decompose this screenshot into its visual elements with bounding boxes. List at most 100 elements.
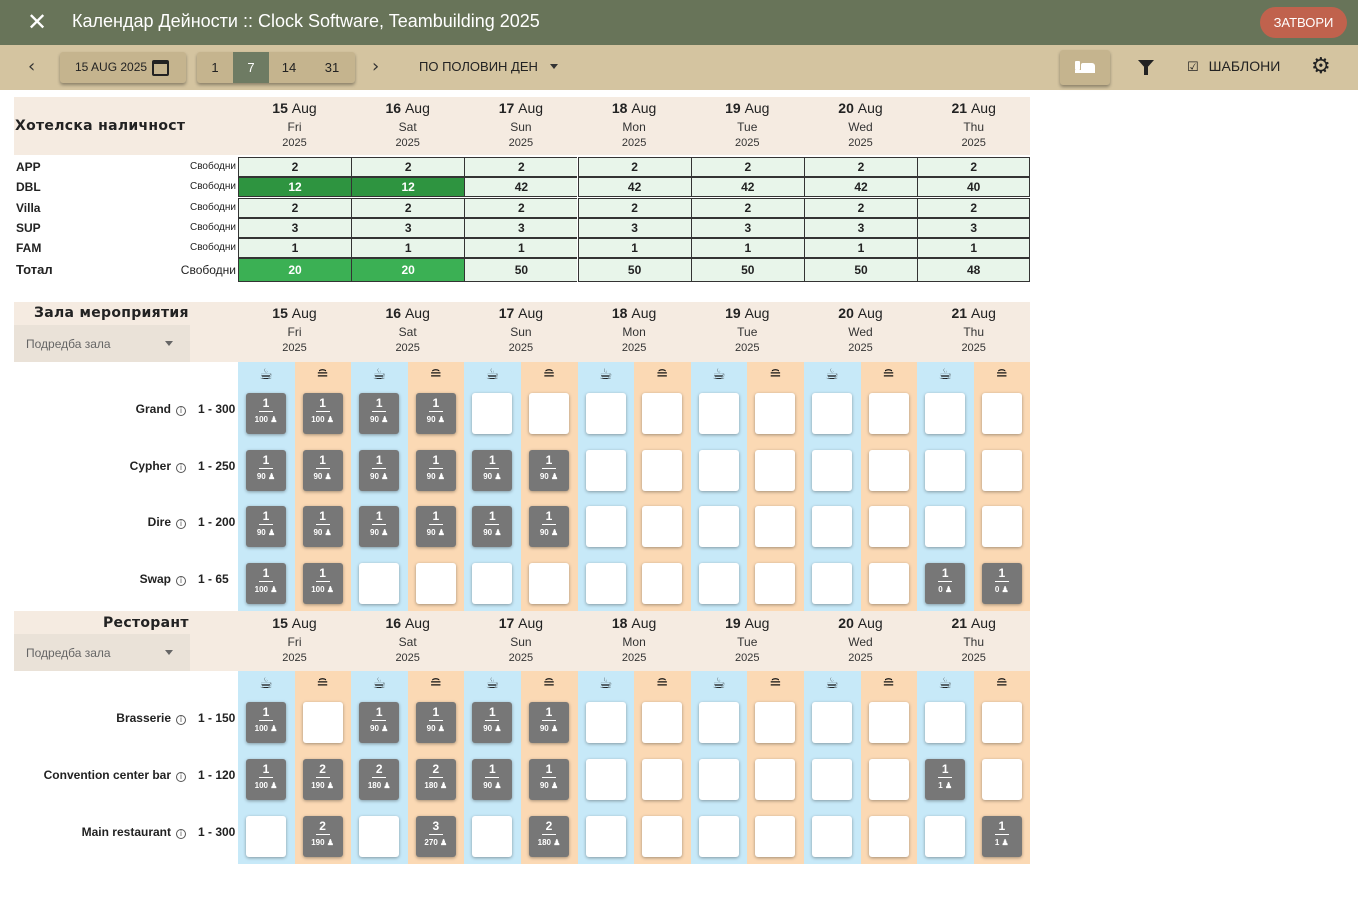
empty-slot[interactable] xyxy=(698,506,739,547)
hotel-availability-toggle[interactable] xyxy=(1060,50,1110,85)
booking-slot[interactable]: 1 90 ♟ xyxy=(529,450,569,491)
empty-slot[interactable] xyxy=(642,816,683,857)
empty-slot[interactable] xyxy=(812,450,852,491)
booking-slot[interactable]: 1 90 ♟ xyxy=(472,450,513,491)
empty-slot[interactable] xyxy=(812,816,852,857)
empty-slot[interactable] xyxy=(359,563,400,604)
empty-slot[interactable] xyxy=(585,563,626,604)
booking-slot[interactable]: 1 90 ♟ xyxy=(472,506,513,547)
booking-slot[interactable]: 1 90 ♟ xyxy=(472,759,513,800)
booking-slot[interactable]: 2 180 ♟ xyxy=(415,759,456,800)
empty-slot[interactable] xyxy=(755,759,796,800)
empty-slot[interactable] xyxy=(868,702,909,743)
booking-slot[interactable]: 1 90 ♟ xyxy=(359,393,400,434)
empty-slot[interactable] xyxy=(472,393,513,434)
halls-arrangement-select[interactable]: Подредба зала xyxy=(14,325,190,362)
empty-slot[interactable] xyxy=(755,816,796,857)
empty-slot[interactable] xyxy=(755,506,796,547)
empty-slot[interactable] xyxy=(585,393,626,434)
empty-slot[interactable] xyxy=(642,450,683,491)
booking-slot[interactable]: 3 270 ♟ xyxy=(415,816,456,857)
booking-slot[interactable]: 1 90 ♟ xyxy=(359,450,400,491)
empty-slot[interactable] xyxy=(246,816,286,857)
empty-slot[interactable] xyxy=(925,506,966,547)
booking-slot[interactable]: 1 1 ♟ xyxy=(925,759,966,800)
empty-slot[interactable] xyxy=(981,702,1022,743)
restaurant-arrangement-select[interactable]: Подредба зала xyxy=(14,634,190,671)
booking-slot[interactable]: 1 90 ♟ xyxy=(302,506,343,547)
empty-slot[interactable] xyxy=(755,563,796,604)
info-icon[interactable]: i xyxy=(176,576,186,586)
empty-slot[interactable] xyxy=(812,759,852,800)
span-option-31[interactable]: 31 xyxy=(314,52,350,83)
empty-slot[interactable] xyxy=(472,563,513,604)
empty-slot[interactable] xyxy=(642,563,683,604)
empty-slot[interactable] xyxy=(812,393,852,434)
booking-slot[interactable]: 1 90 ♟ xyxy=(246,506,286,547)
empty-slot[interactable] xyxy=(981,393,1022,434)
booking-slot[interactable]: 1 90 ♟ xyxy=(529,759,569,800)
empty-slot[interactable] xyxy=(698,393,739,434)
date-picker-button[interactable]: 15 AUG 2025 xyxy=(60,52,186,83)
empty-slot[interactable] xyxy=(585,816,626,857)
empty-slot[interactable] xyxy=(698,816,739,857)
booking-slot[interactable]: 2 180 ♟ xyxy=(529,816,569,857)
booking-slot[interactable]: 1 90 ♟ xyxy=(359,506,400,547)
info-icon[interactable]: i xyxy=(176,519,186,529)
span-option-14[interactable]: 14 xyxy=(271,52,307,83)
empty-slot[interactable] xyxy=(925,393,966,434)
booking-slot[interactable]: 1 100 ♟ xyxy=(302,393,343,434)
empty-slot[interactable] xyxy=(585,702,626,743)
empty-slot[interactable] xyxy=(755,450,796,491)
empty-slot[interactable] xyxy=(868,563,909,604)
gear-icon[interactable]: ⚙ xyxy=(1311,54,1331,79)
booking-slot[interactable]: 1 90 ♟ xyxy=(529,506,569,547)
close-icon[interactable]: ✕ xyxy=(24,9,50,35)
empty-slot[interactable] xyxy=(812,702,852,743)
filter-icon[interactable] xyxy=(1138,60,1154,75)
empty-slot[interactable] xyxy=(868,393,909,434)
booking-slot[interactable]: 1 0 ♟ xyxy=(925,563,966,604)
booking-slot[interactable]: 2 180 ♟ xyxy=(359,759,400,800)
empty-slot[interactable] xyxy=(868,759,909,800)
empty-slot[interactable] xyxy=(868,506,909,547)
booking-slot[interactable]: 1 90 ♟ xyxy=(415,702,456,743)
empty-slot[interactable] xyxy=(925,702,966,743)
booking-slot[interactable]: 1 0 ♟ xyxy=(981,563,1022,604)
empty-slot[interactable] xyxy=(359,816,400,857)
empty-slot[interactable] xyxy=(529,563,569,604)
empty-slot[interactable] xyxy=(415,563,456,604)
empty-slot[interactable] xyxy=(925,450,966,491)
booking-slot[interactable]: 2 190 ♟ xyxy=(302,759,343,800)
empty-slot[interactable] xyxy=(981,506,1022,547)
booking-slot[interactable]: 1 90 ♟ xyxy=(246,450,286,491)
booking-slot[interactable]: 1 100 ♟ xyxy=(246,393,286,434)
booking-slot[interactable]: 1 100 ♟ xyxy=(246,759,286,800)
booking-slot[interactable]: 1 90 ♟ xyxy=(415,450,456,491)
info-icon[interactable]: i xyxy=(176,463,186,473)
info-icon[interactable]: i xyxy=(176,406,186,416)
empty-slot[interactable] xyxy=(585,506,626,547)
empty-slot[interactable] xyxy=(698,563,739,604)
empty-slot[interactable] xyxy=(472,816,513,857)
empty-slot[interactable] xyxy=(698,759,739,800)
empty-slot[interactable] xyxy=(981,759,1022,800)
booking-slot[interactable]: 1 100 ♟ xyxy=(246,563,286,604)
booking-slot[interactable]: 1 1 ♟ xyxy=(981,816,1022,857)
info-icon[interactable]: i xyxy=(176,772,186,782)
booking-slot[interactable]: 1 90 ♟ xyxy=(415,506,456,547)
templates-button[interactable]: ☑ ШАБЛОНИ xyxy=(1187,58,1280,75)
booking-slot[interactable]: 2 190 ♟ xyxy=(302,816,343,857)
empty-slot[interactable] xyxy=(529,393,569,434)
booking-slot[interactable]: 1 100 ♟ xyxy=(302,563,343,604)
empty-slot[interactable] xyxy=(755,702,796,743)
info-icon[interactable]: i xyxy=(176,829,186,839)
booking-slot[interactable]: 1 100 ♟ xyxy=(246,702,286,743)
empty-slot[interactable] xyxy=(585,450,626,491)
day-mode-dropdown[interactable]: ПО ПОЛОВИН ДЕН xyxy=(419,59,558,74)
chevron-left-icon[interactable]: ‹ xyxy=(28,56,35,77)
empty-slot[interactable] xyxy=(642,759,683,800)
info-icon[interactable]: i xyxy=(176,715,186,725)
chevron-right-icon[interactable]: › xyxy=(372,56,379,77)
empty-slot[interactable] xyxy=(698,450,739,491)
